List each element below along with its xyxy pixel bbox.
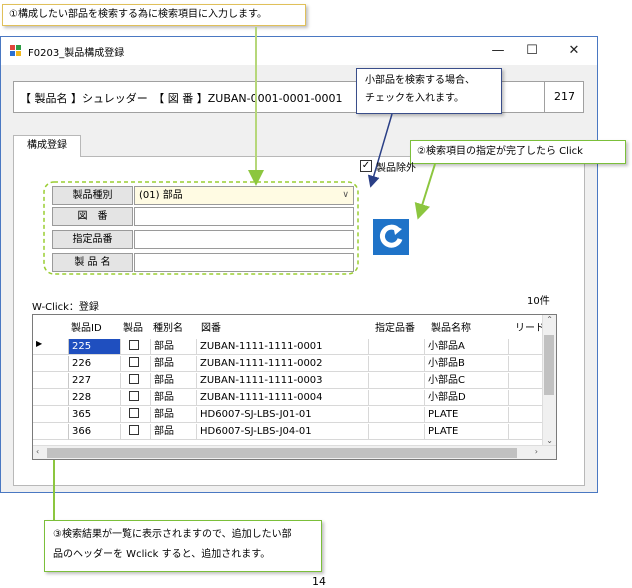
cell-id[interactable]: 226	[69, 356, 121, 372]
cell-spec[interactable]	[369, 356, 425, 372]
cell-name[interactable]: 小部品C	[425, 373, 509, 389]
cell-name[interactable]: 小部品A	[425, 339, 509, 355]
double-click-hint: W-Click：登録	[32, 302, 99, 313]
cell-product[interactable]	[121, 424, 151, 440]
cell-id[interactable]: 228	[69, 390, 121, 406]
product-type-value: (01) 部品	[139, 190, 183, 201]
cell-type[interactable]: 部品	[151, 407, 197, 423]
cell-product[interactable]	[121, 373, 151, 389]
cell-type[interactable]: 部品	[151, 424, 197, 440]
row-header[interactable]	[33, 424, 69, 440]
row-header[interactable]	[33, 390, 69, 406]
cell-type[interactable]: 部品	[151, 390, 197, 406]
cell-drawing[interactable]: HD6007-SJ-LBS-J01-01	[197, 407, 369, 423]
row-header[interactable]	[33, 407, 69, 423]
scroll-right-icon[interactable]: ›	[535, 446, 538, 458]
results-grid[interactable]: 製品ID 製品 種別名 図番 指定品番 製品名称 リード ▶ 225 部品 ZUBAN…	[32, 314, 557, 460]
exclude-product-label: 製品除外	[376, 163, 416, 174]
cell-type[interactable]: 部品	[151, 356, 197, 372]
cell-drawing[interactable]: ZUBAN-1111-1111-0001	[197, 339, 369, 355]
cell-spec[interactable]	[369, 424, 425, 440]
callout-add-row: ③検索結果が一覧に表示されますので、追加したい部 品のヘッダーを Wclick …	[44, 520, 322, 572]
cell-spec[interactable]	[369, 339, 425, 355]
product-type-label: 製品種別	[52, 186, 133, 205]
cell-drawing[interactable]: HD6007-SJ-LBS-J04-01	[197, 424, 369, 440]
result-count: 10件	[527, 296, 550, 307]
cell-name[interactable]: PLATE	[425, 424, 509, 440]
spec-part-input[interactable]	[134, 230, 354, 249]
cell-id[interactable]: 366	[69, 424, 121, 440]
refresh-icon	[379, 224, 403, 248]
cell-product[interactable]	[121, 356, 151, 372]
cell-id[interactable]: 227	[69, 373, 121, 389]
col-header-id[interactable]: 製品ID	[71, 321, 121, 337]
exclude-product-checkbox[interactable]: ✓	[360, 160, 372, 172]
row-checkbox[interactable]	[129, 374, 139, 384]
row-checkbox[interactable]	[129, 357, 139, 367]
row-header[interactable]	[33, 373, 69, 389]
col-header-name[interactable]: 製品名称	[431, 321, 511, 337]
chevron-down-icon[interactable]: ∨	[342, 187, 349, 204]
row-header[interactable]: ▶	[33, 339, 69, 355]
col-header-product[interactable]: 製品	[123, 321, 151, 337]
cell-spec[interactable]	[369, 407, 425, 423]
current-row-icon: ▶	[36, 339, 43, 348]
drawing-number-input[interactable]	[134, 207, 354, 226]
vertical-scroll-thumb[interactable]	[544, 335, 554, 395]
product-type-dropdown[interactable]: (01) 部品 ∨	[134, 186, 354, 205]
cell-product[interactable]	[121, 390, 151, 406]
scroll-down-icon[interactable]: ⌄	[546, 436, 553, 445]
horizontal-scroll-thumb[interactable]	[47, 448, 517, 458]
cell-type[interactable]: 部品	[151, 339, 197, 355]
cell-id[interactable]: 365	[69, 407, 121, 423]
col-header-drawing[interactable]: 図番	[201, 321, 361, 337]
product-name-input[interactable]	[134, 253, 354, 272]
cell-name[interactable]: PLATE	[425, 407, 509, 423]
scroll-left-icon[interactable]: ‹	[36, 446, 39, 458]
row-header[interactable]	[33, 356, 69, 372]
guide-arrow-3	[414, 163, 436, 220]
product-name-label: 製 品 名	[52, 253, 133, 272]
search-button[interactable]	[373, 219, 409, 255]
col-header-lead[interactable]: リード	[515, 321, 545, 337]
callout-add-row-line1: ③検索結果が一覧に表示されますので、追加したい部	[53, 529, 292, 540]
cell-drawing[interactable]: ZUBAN-1111-1111-0003	[197, 373, 369, 389]
col-header-spec[interactable]: 指定品番	[375, 321, 427, 337]
col-header-type[interactable]: 種別名	[153, 321, 193, 337]
drawing-number-label: 図 番	[52, 207, 133, 226]
cell-name[interactable]: 小部品B	[425, 356, 509, 372]
horizontal-scrollbar[interactable]: ‹ ›	[33, 445, 556, 459]
row-checkbox[interactable]	[129, 408, 139, 418]
cell-spec[interactable]	[369, 373, 425, 389]
page-number: 14	[312, 575, 326, 588]
row-checkbox[interactable]	[129, 425, 139, 435]
cell-product[interactable]	[121, 407, 151, 423]
tab-composition[interactable]: 構成登録	[13, 135, 81, 157]
vertical-scrollbar[interactable]: ⌃ ⌄	[542, 315, 556, 445]
cell-spec[interactable]	[369, 390, 425, 406]
cell-type[interactable]: 部品	[151, 373, 197, 389]
cell-id[interactable]: 225	[69, 339, 121, 355]
callout-add-row-line2: 品のヘッダーを Wclick すると、追加されます。	[53, 549, 271, 560]
cell-drawing[interactable]: ZUBAN-1111-1111-0002	[197, 356, 369, 372]
scroll-up-icon[interactable]: ⌃	[546, 315, 553, 324]
cell-name[interactable]: 小部品D	[425, 390, 509, 406]
row-checkbox[interactable]	[129, 391, 139, 401]
cell-drawing[interactable]: ZUBAN-1111-1111-0004	[197, 390, 369, 406]
spec-part-label: 指定品番	[52, 230, 133, 249]
cell-product[interactable]	[121, 339, 151, 355]
row-checkbox[interactable]	[129, 340, 139, 350]
